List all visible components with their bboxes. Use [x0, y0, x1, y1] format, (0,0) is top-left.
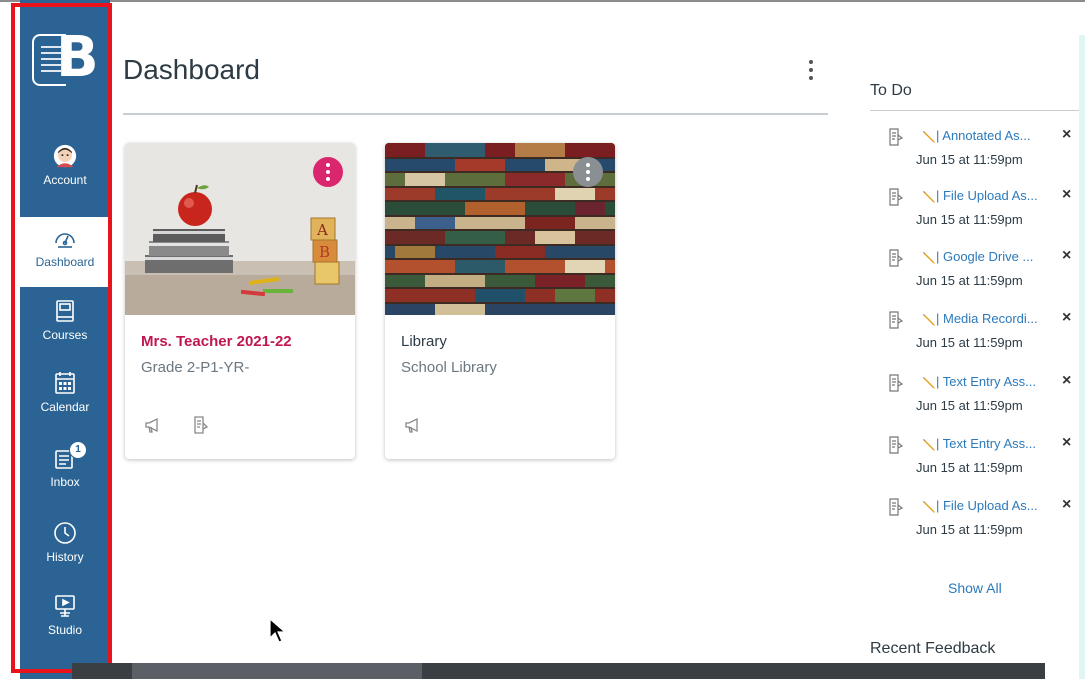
todo-due-date: Jun 15 at 11:59pm: [916, 212, 1023, 227]
card-options-button[interactable]: [573, 157, 603, 187]
assignment-doc-icon: [888, 498, 904, 516]
pencil-icon: [921, 499, 937, 515]
todo-assignment-link[interactable]: | Media Recordi...: [936, 311, 1038, 326]
card-action-icons: [403, 415, 423, 440]
dashboard-icon: [53, 225, 77, 251]
inbox-unread-badge: 1: [69, 441, 87, 459]
course-title[interactable]: Library: [401, 333, 447, 350]
nav-label-studio: Studio: [47, 623, 83, 637]
scrollbar-thumb[interactable]: [132, 663, 422, 679]
todo-item[interactable]: | Text Entry Ass... Jun 15 at 11:59pm ×: [888, 434, 1078, 490]
nav-label-dashboard: Dashboard: [35, 255, 95, 269]
card-options-button[interactable]: [313, 157, 343, 187]
courses-icon: [53, 298, 77, 324]
dismiss-close-icon[interactable]: ×: [1062, 126, 1071, 144]
district-logo[interactable]: B: [32, 28, 99, 100]
todo-due-date: Jun 15 at 11:59pm: [916, 522, 1023, 537]
show-all-link[interactable]: Show All: [948, 580, 1002, 596]
pencil-icon: [921, 312, 937, 328]
todo-item[interactable]: | File Upload As... Jun 15 at 11:59pm ×: [888, 496, 1078, 552]
account-avatar-icon: [53, 143, 77, 169]
nav-label-courses: Courses: [42, 328, 88, 342]
pencil-icon: [921, 189, 937, 205]
nav-label-history: History: [46, 550, 84, 564]
todo-assignment-link[interactable]: | Text Entry Ass...: [936, 436, 1036, 451]
todo-assignment-link[interactable]: | File Upload As...: [936, 188, 1038, 203]
announcements-megaphone-icon[interactable]: [143, 415, 163, 440]
assignment-doc-icon: [888, 249, 904, 267]
dismiss-close-icon[interactable]: ×: [1062, 247, 1071, 265]
todo-due-date: Jun 15 at 11:59pm: [916, 335, 1023, 350]
dismiss-close-icon[interactable]: ×: [1062, 372, 1071, 390]
nav-item-dashboard[interactable]: Dashboard: [20, 217, 110, 287]
card-action-icons: [143, 415, 211, 440]
todo-item[interactable]: | Media Recordi... Jun 15 at 11:59pm ×: [888, 309, 1078, 365]
todo-due-date: Jun 15 at 11:59pm: [916, 460, 1023, 475]
nav-label-account: Account: [43, 173, 87, 187]
todo-due-date: Jun 15 at 11:59pm: [916, 152, 1023, 167]
todo-assignment-link[interactable]: | File Upload As...: [936, 498, 1038, 513]
course-subtitle: Grade 2-P1-YR-: [141, 359, 250, 376]
calendar-icon: [53, 370, 77, 396]
todo-item[interactable]: | Google Drive ... Jun 15 at 11:59pm ×: [888, 247, 1078, 303]
svg-text:A: A: [316, 221, 328, 239]
nav-item-courses[interactable]: Courses: [20, 290, 110, 358]
inbox-icon: 1: [53, 441, 87, 471]
todo-heading: To Do: [870, 82, 912, 99]
todo-due-date: Jun 15 at 11:59pm: [916, 273, 1023, 288]
svg-text:B: B: [319, 243, 330, 261]
course-card[interactable]: Library School Library: [385, 143, 615, 459]
dismiss-close-icon[interactable]: ×: [1062, 309, 1071, 327]
nav-item-history[interactable]: History: [20, 512, 110, 580]
window-top-border: [0, 0, 1085, 2]
right-panel-edge: [1079, 35, 1085, 679]
nav-label-calendar: Calendar: [40, 400, 90, 414]
pencil-icon: [921, 250, 937, 266]
todo-assignment-link[interactable]: | Annotated As...: [936, 128, 1030, 143]
assignment-doc-icon: [888, 374, 904, 392]
page-title: Dashboard: [123, 54, 260, 85]
horizontal-scrollbar[interactable]: [72, 663, 1045, 679]
assignment-doc-icon: [888, 436, 904, 454]
recent-feedback-heading: Recent Feedback: [870, 640, 996, 657]
course-title[interactable]: Mrs. Teacher 2021-22: [141, 333, 292, 350]
nav-label-inbox: Inbox: [50, 475, 80, 489]
assignments-icon[interactable]: [191, 415, 211, 440]
nav-item-account[interactable]: Account: [20, 135, 110, 203]
pencil-icon: [921, 437, 937, 453]
global-navigation: B Account Dashboard Courses Calendar 1 I…: [20, 0, 110, 679]
announcements-megaphone-icon[interactable]: [403, 415, 423, 440]
pencil-icon: [921, 375, 937, 391]
todo-assignment-link[interactable]: | Google Drive ...: [936, 249, 1033, 264]
todo-due-date: Jun 15 at 11:59pm: [916, 398, 1023, 413]
dismiss-close-icon[interactable]: ×: [1062, 434, 1071, 452]
title-divider: [123, 113, 828, 115]
pencil-icon: [921, 129, 937, 145]
nav-item-calendar[interactable]: Calendar: [20, 362, 110, 430]
studio-icon: [53, 593, 77, 619]
dismiss-close-icon[interactable]: ×: [1062, 496, 1071, 514]
course-card[interactable]: A B Mrs. Teacher 2021-22 Grade 2-P1-YR-: [125, 143, 355, 459]
assignment-doc-icon: [888, 311, 904, 329]
course-subtitle: School Library: [401, 359, 497, 376]
logo-letter: B: [56, 25, 99, 90]
nav-item-studio[interactable]: Studio: [20, 585, 110, 653]
todo-item[interactable]: | Annotated As... Jun 15 at 11:59pm ×: [888, 126, 1078, 182]
todo-item[interactable]: | File Upload As... Jun 15 at 11:59pm ×: [888, 186, 1078, 242]
assignment-doc-icon: [888, 128, 904, 146]
todo-assignment-link[interactable]: | Text Entry Ass...: [936, 374, 1036, 389]
nav-item-inbox[interactable]: 1 Inbox: [20, 437, 110, 505]
dashboard-options-kebab-icon[interactable]: [805, 60, 817, 86]
history-clock-icon: [53, 520, 77, 546]
assignment-doc-icon: [888, 188, 904, 206]
mouse-pointer-icon: [268, 617, 288, 649]
dismiss-close-icon[interactable]: ×: [1062, 186, 1071, 204]
todo-divider: [870, 110, 1080, 111]
todo-item[interactable]: | Text Entry Ass... Jun 15 at 11:59pm ×: [888, 372, 1078, 428]
